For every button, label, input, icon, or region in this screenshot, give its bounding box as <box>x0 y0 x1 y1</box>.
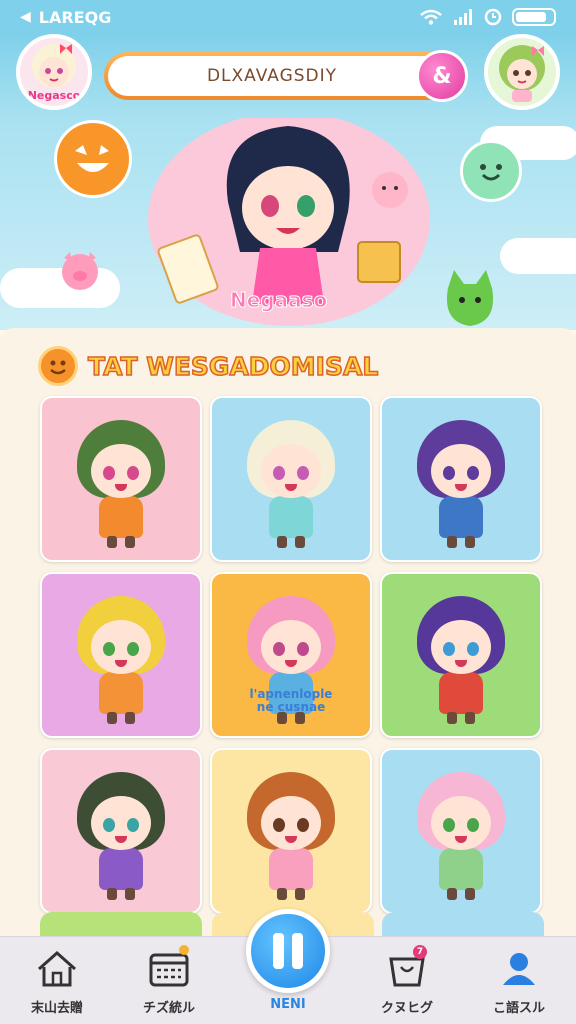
nav-item-home[interactable]: 末山去贈 <box>12 949 102 1016</box>
profile-icon <box>497 949 541 989</box>
chibi-character <box>73 596 169 726</box>
card-caption: l'apnenlople ne cusnae <box>249 687 333 714</box>
cloud <box>500 238 576 274</box>
chibi-character <box>243 420 339 550</box>
search-input[interactable] <box>132 66 412 86</box>
nav-label: クヌヒグ <box>380 1001 433 1016</box>
search-bar[interactable]: & <box>104 50 468 102</box>
bottom-nav: 末山去贈 チズ統ル NENI 7 クヌヒグ こ語スル <box>0 909 576 1024</box>
back-arrow-icon[interactable]: ◀ <box>20 9 31 25</box>
hero-banner[interactable]: Negaaso <box>0 118 576 330</box>
character-card[interactable] <box>210 748 372 914</box>
nav-item-schedule[interactable]: チズ統ル <box>124 945 214 1016</box>
chibi-character <box>413 772 509 902</box>
chibi-character <box>413 420 509 550</box>
character-card[interactable] <box>40 396 202 562</box>
chibi-character <box>73 420 169 550</box>
character-card[interactable] <box>380 748 542 914</box>
pig-icon <box>62 252 98 290</box>
home-icon <box>35 949 79 989</box>
nav-label: 末山去贈 <box>30 1001 83 1016</box>
character-card[interactable]: l'apnenlople ne cusnae <box>210 572 372 738</box>
smile-face-icon <box>38 346 78 386</box>
character-card[interactable] <box>380 572 542 738</box>
calendar-icon <box>147 945 191 989</box>
avatar-boy-icon <box>499 45 545 102</box>
avatar-label: Negasco <box>27 89 81 102</box>
laughing-emoji-icon <box>54 120 132 198</box>
nav-item-shop[interactable]: 7 クヌヒグ <box>362 945 452 1016</box>
chibi-character <box>413 596 509 726</box>
nav-label: こ語スル <box>492 1001 545 1016</box>
nav-item-profile[interactable]: こ語スル <box>474 949 564 1016</box>
center-label: NENI <box>270 997 306 1012</box>
character-card[interactable] <box>40 748 202 914</box>
status-carrier: LAREQG <box>38 7 112 27</box>
chibi-character <box>73 772 169 902</box>
header: Negasco & <box>0 34 576 118</box>
wifi-icon <box>420 9 442 25</box>
friend-avatar[interactable] <box>484 34 560 110</box>
user-avatar[interactable]: Negasco <box>16 34 92 110</box>
ghost-icon <box>460 140 522 202</box>
search-button-glyph: & <box>432 63 452 89</box>
clock-icon <box>484 8 502 26</box>
character-card[interactable] <box>210 396 372 562</box>
green-cat-icon <box>446 270 494 326</box>
shop-icon: 7 <box>385 945 429 989</box>
chibi-character <box>243 772 339 902</box>
character-section: TAT WESGADOMISAL l'apnenlople ne cusnae <box>0 328 576 942</box>
notification-badge <box>179 945 189 955</box>
nav-label: チズ統ル <box>142 1001 195 1016</box>
character-card[interactable] <box>40 572 202 738</box>
section-header: TAT WESGADOMISAL <box>38 346 379 386</box>
character-card[interactable] <box>380 396 542 562</box>
status-bar: ◀ LAREQG <box>0 0 576 34</box>
center-play-button[interactable] <box>246 909 330 993</box>
battery-icon <box>512 8 556 26</box>
section-title: TAT WESGADOMISAL <box>87 351 379 382</box>
pink-creature-icon <box>372 172 408 208</box>
signal-icon <box>454 9 472 25</box>
pause-icon <box>273 933 303 969</box>
hero-title: Negaaso <box>229 288 328 313</box>
search-button[interactable]: & <box>416 50 468 102</box>
notification-badge: 7 <box>413 945 427 959</box>
